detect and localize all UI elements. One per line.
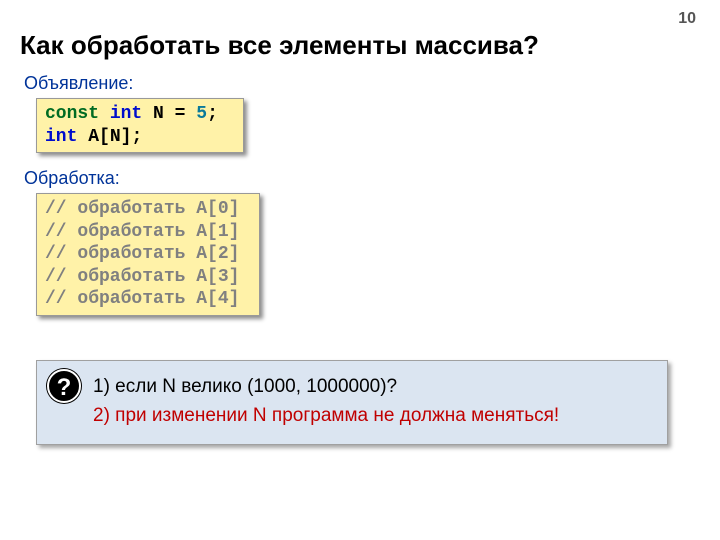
slide-title: Как обработать все элементы массива? <box>20 30 539 61</box>
comment-line-3: // обработать A[3] <box>45 267 239 287</box>
identifier-AN: A[N] <box>88 127 131 147</box>
page-number: 10 <box>678 10 696 28</box>
number-5: 5 <box>196 104 207 124</box>
comment-line-1: // обработать A[1] <box>45 222 239 242</box>
semicolon-2: ; <box>131 127 142 147</box>
question-line-2: 2) при изменении N программа не должна м… <box>93 402 653 431</box>
comment-line-0: // обработать A[0] <box>45 199 239 219</box>
question-mark-icon: ? <box>47 369 81 403</box>
code-declaration-box: const int N = 5; int A[N]; <box>36 98 244 153</box>
question-line-1: 1) если N велико (1000, 1000000)? <box>93 373 653 402</box>
keyword-int-1: int <box>110 104 142 124</box>
code-processing-box: // обработать A[0] // обработать A[1] //… <box>36 193 260 316</box>
comment-line-2: // обработать A[2] <box>45 244 239 264</box>
keyword-int-2: int <box>45 127 77 147</box>
keyword-const: const <box>45 104 99 124</box>
identifier-N: N <box>153 104 164 124</box>
question-box: ? 1) если N велико (1000, 1000000)? 2) п… <box>36 360 668 445</box>
declaration-label: Объявление: <box>24 73 133 94</box>
comment-line-4: // обработать A[4] <box>45 289 239 309</box>
processing-label: Обработка: <box>24 168 120 189</box>
assign-op: = <box>164 104 196 124</box>
semicolon-1: ; <box>207 104 218 124</box>
